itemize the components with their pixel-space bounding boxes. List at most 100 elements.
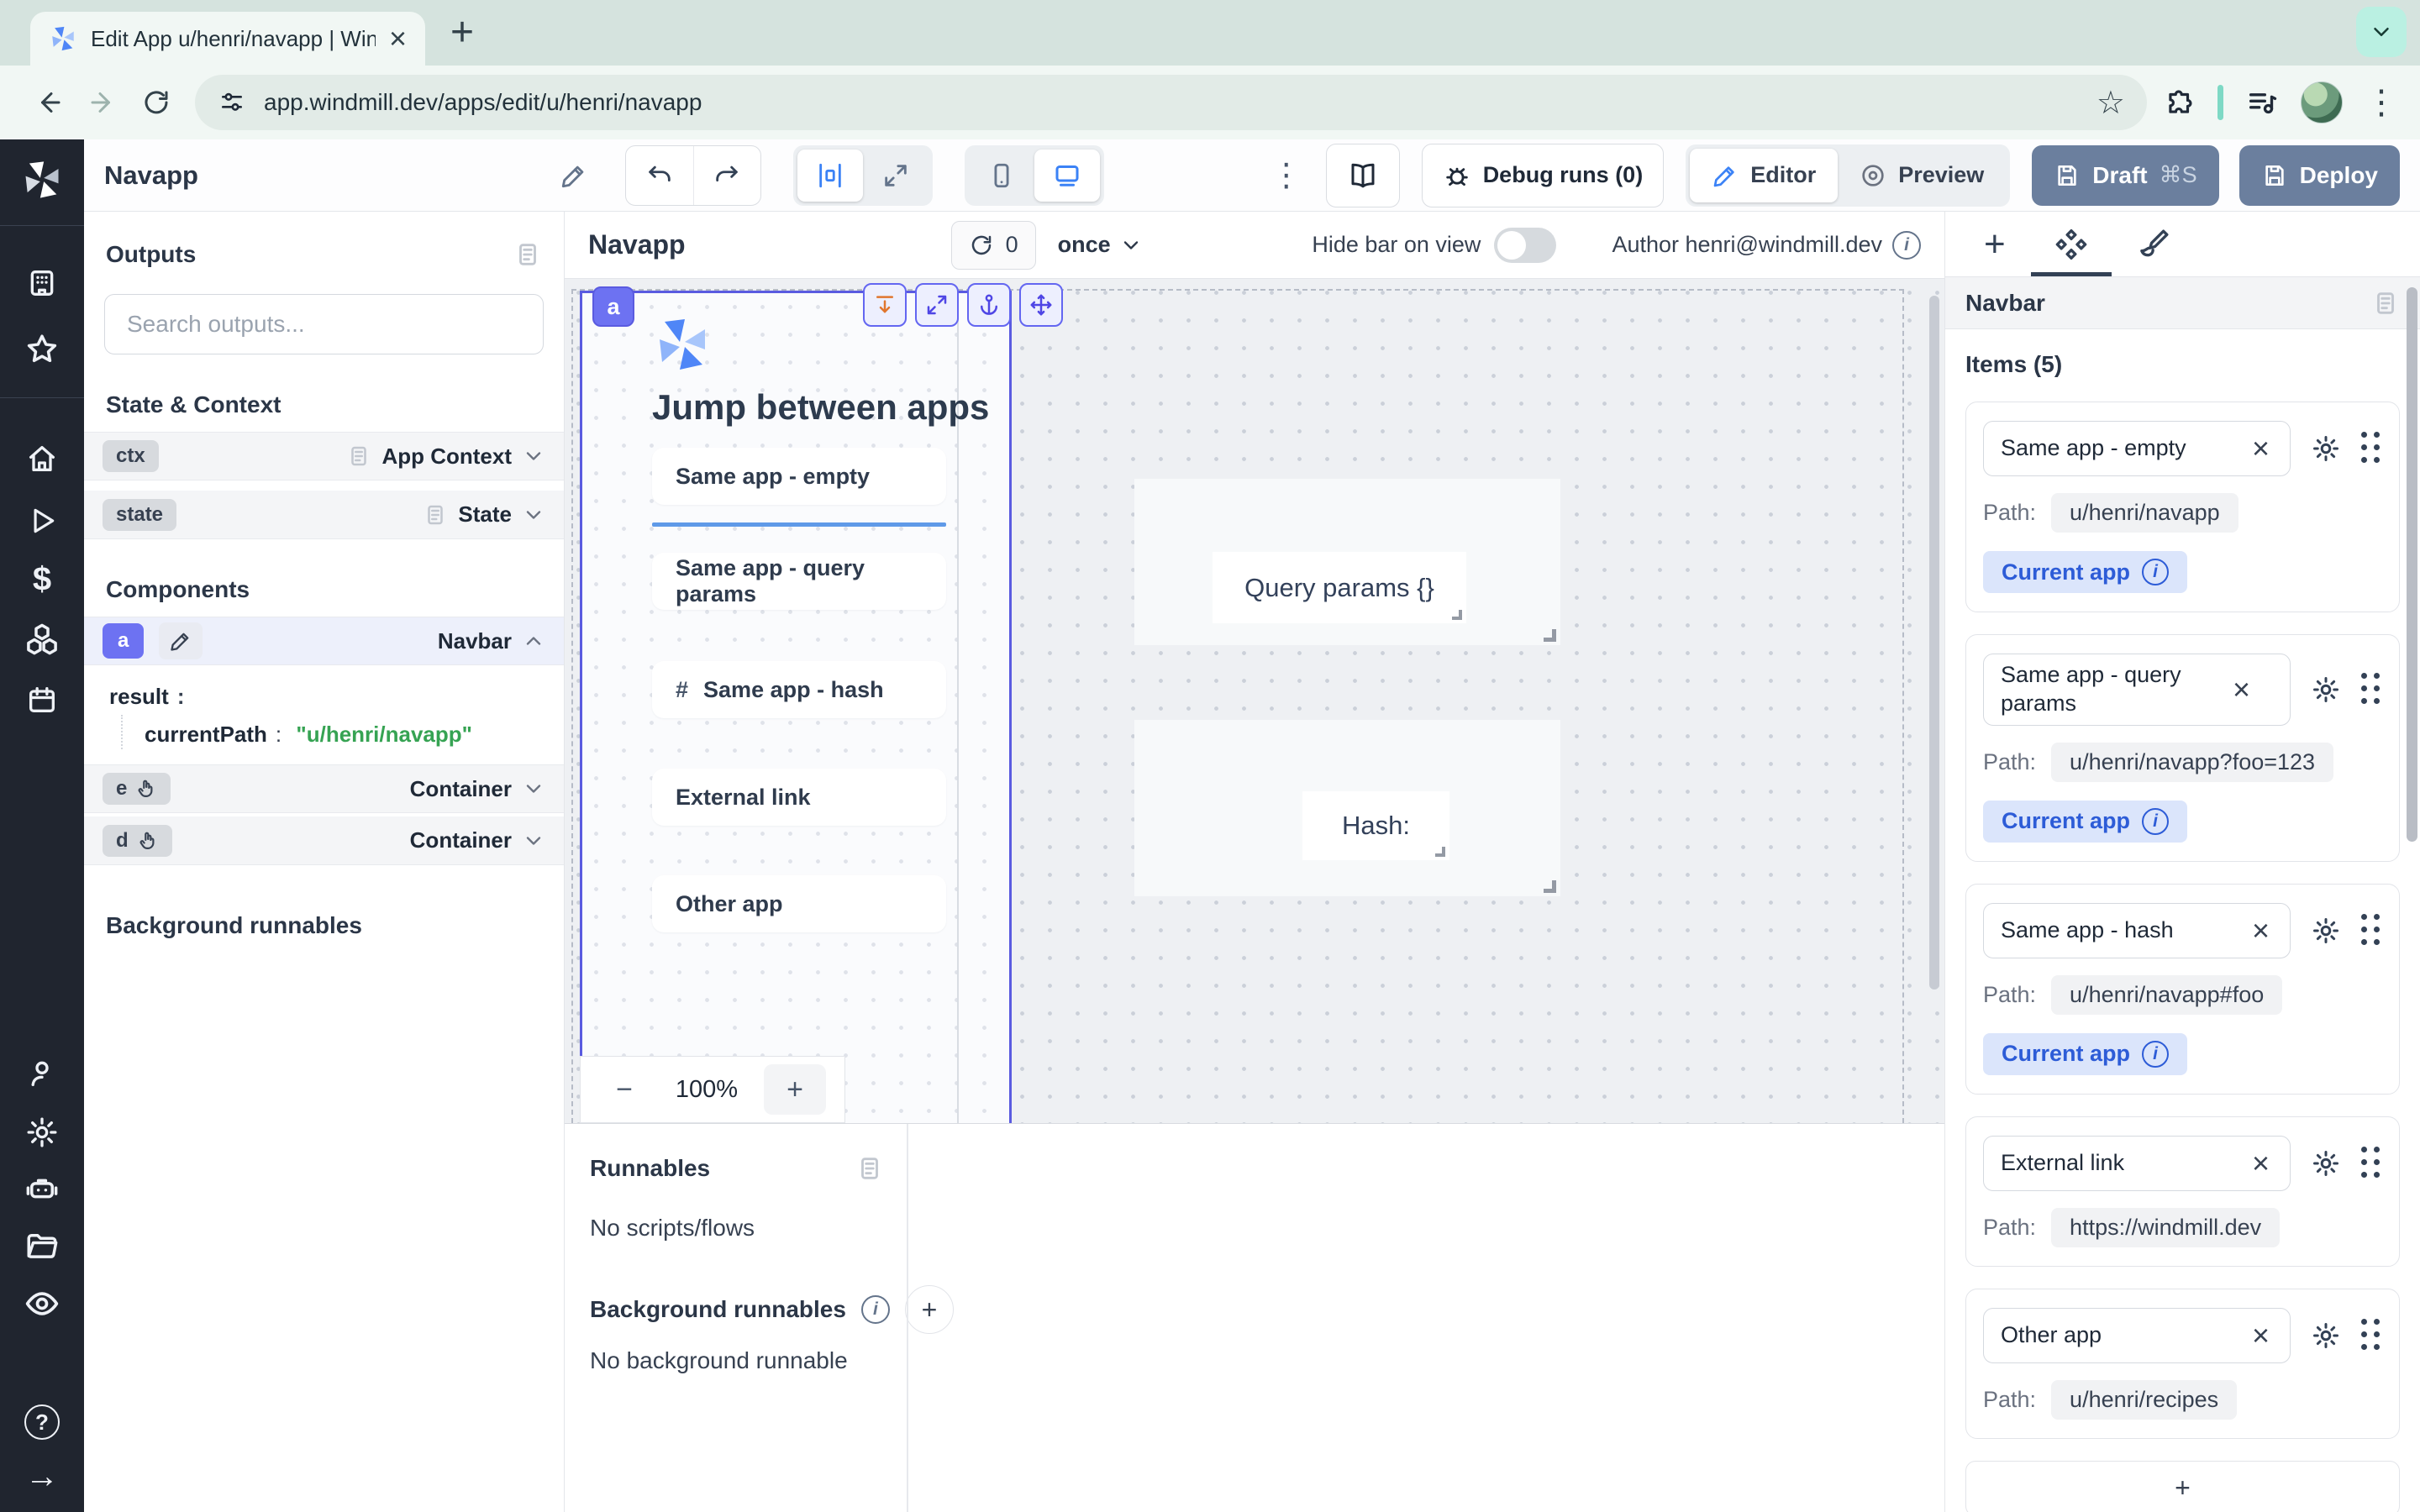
item-label-field[interactable]: External link × [1983,1136,2291,1191]
hash-text-box[interactable]: Hash: [1302,791,1449,860]
item-settings-button[interactable] [2311,916,2341,946]
hide-bar-toggle[interactable] [1494,228,1556,263]
chevron-down-icon[interactable] [522,444,545,468]
sidebar-item-schedules[interactable] [25,683,59,717]
sidebar-item-resources[interactable] [24,622,60,657]
sidebar-item-folders[interactable] [24,1228,60,1263]
extensions-icon[interactable] [2164,87,2196,118]
url-text[interactable]: app.windmill.dev/apps/edit/u/henri/navap… [264,89,2078,116]
docs-button[interactable] [1326,144,1400,207]
preview-tab[interactable]: Preview [1838,149,2006,202]
drag-handle[interactable] [2361,1147,2382,1180]
item-label-field[interactable]: Other app × [1983,1308,2291,1363]
browser-tab[interactable]: Edit App u/henri/navapp | Win × [30,12,425,66]
path-value[interactable]: u/henri/navapp [2051,493,2238,533]
sidebar-item-home[interactable] [25,442,59,475]
item-label-field[interactable]: Same app - query params × [1983,654,2291,726]
refresh-button[interactable]: 0 [951,221,1036,270]
forward-button[interactable] [76,76,129,129]
zoom-in-button[interactable]: + [764,1064,826,1115]
clear-label-icon[interactable]: × [2247,1318,2275,1353]
fullwidth-layout-button[interactable] [863,150,929,202]
tab-styling[interactable] [2137,212,2170,276]
sidebar-item-users[interactable] [25,1057,59,1090]
canvas-grid[interactable]: a Jump between apps Same app - empty [565,279,1944,1123]
reload-button[interactable] [129,76,183,129]
nav-item-query-params[interactable]: Same app - query params [652,553,946,610]
drag-handle[interactable] [2361,432,2382,465]
sidebar-expand-button[interactable]: → [25,1458,59,1496]
back-button[interactable] [22,76,76,129]
tab-settings[interactable] [2054,212,2088,276]
item-label-field[interactable]: Same app - hash × [1983,903,2291,958]
clear-label-icon[interactable]: × [2228,672,2255,707]
sidebar-item-audit-logs[interactable] [24,1285,60,1322]
tab-insert[interactable]: + [1984,212,2006,276]
component-id-tag[interactable]: a [592,286,634,327]
search-outputs-input[interactable] [104,294,544,354]
info-icon[interactable]: i [2142,808,2169,835]
toolbar-menu-icon[interactable]: ⋮ [1270,156,1302,194]
panel-doc-icon[interactable] [2371,289,2400,318]
info-icon[interactable]: i [2142,559,2169,585]
nav-item-hash[interactable]: #Same app - hash [652,661,946,718]
info-icon[interactable]: i [2142,1041,2169,1068]
clear-label-icon[interactable]: × [2247,431,2275,466]
bookmark-star-icon[interactable]: ☆ [2096,84,2137,122]
path-value[interactable]: u/henri/recipes [2051,1380,2237,1420]
info-icon[interactable]: i [861,1295,890,1324]
sidebar-item-favorites[interactable] [24,332,60,367]
insert-below-button[interactable] [863,283,907,327]
run-mode-dropdown[interactable]: once [1058,232,1143,258]
sidebar-item-runs[interactable] [26,505,58,537]
sidebar-item-variables[interactable]: $ [33,561,51,599]
info-icon[interactable]: i [1892,231,1921,260]
windmill-logo[interactable] [20,158,64,202]
resize-handle[interactable] [1544,629,1556,642]
edit-id-button[interactable] [159,622,203,659]
deploy-button[interactable]: Deploy [2239,145,2400,206]
item-settings-button[interactable] [2311,1320,2341,1351]
query-params-text-box[interactable]: Query params {} [1213,552,1466,623]
undo-button[interactable] [626,146,693,205]
browser-menu-icon[interactable]: ⋮ [2365,89,2398,116]
canvas-scrollbar[interactable] [1929,296,1939,990]
sidebar-item-workspace[interactable] [25,266,59,300]
tab-search-chevron-button[interactable] [2356,7,2407,57]
component-row-container-e[interactable]: e Container [84,764,564,813]
rename-app-button[interactable] [560,161,588,190]
zoom-out-button[interactable]: − [599,1074,650,1106]
sidebar-item-workers[interactable] [24,1171,60,1206]
add-background-runnable-button[interactable]: + [905,1285,954,1334]
chevron-down-icon[interactable] [522,503,545,527]
editor-tab[interactable]: Editor [1690,149,1838,202]
anchor-component-button[interactable] [967,283,1011,327]
item-settings-button[interactable] [2311,675,2341,705]
item-settings-button[interactable] [2311,1148,2341,1179]
clear-label-icon[interactable]: × [2247,913,2275,948]
chevron-down-icon[interactable] [522,777,545,801]
item-settings-button[interactable] [2311,433,2341,464]
profile-avatar[interactable] [2301,81,2343,123]
drag-handle[interactable] [2361,673,2382,706]
media-controls-icon[interactable] [2245,86,2279,119]
settings-panel-scrollbar[interactable] [2407,287,2417,842]
resize-handle[interactable] [1435,847,1445,857]
component-row-navbar[interactable]: a Navbar [84,617,564,665]
move-component-button[interactable] [1019,283,1063,327]
draft-button[interactable]: Draft ⌘S [2032,145,2218,206]
panel-doc-icon[interactable] [513,240,542,269]
path-value[interactable]: https://windmill.dev [2051,1208,2280,1247]
new-tab-button[interactable]: + [450,9,474,55]
nav-item-other-app[interactable]: Other app [652,875,946,932]
expand-component-button[interactable] [915,283,959,327]
item-label-field[interactable]: Same app - empty × [1983,421,2291,476]
component-row-container-d[interactable]: d Container [84,816,564,865]
drag-handle[interactable] [2361,914,2382,948]
desktop-view-button[interactable] [1034,150,1100,202]
path-value[interactable]: u/henri/navapp#foo [2051,975,2282,1015]
output-row-state[interactable]: state State [84,491,564,539]
mobile-view-button[interactable] [969,150,1034,202]
url-bar[interactable]: app.windmill.dev/apps/edit/u/henri/navap… [195,75,2147,130]
chevron-up-icon[interactable] [522,629,545,653]
